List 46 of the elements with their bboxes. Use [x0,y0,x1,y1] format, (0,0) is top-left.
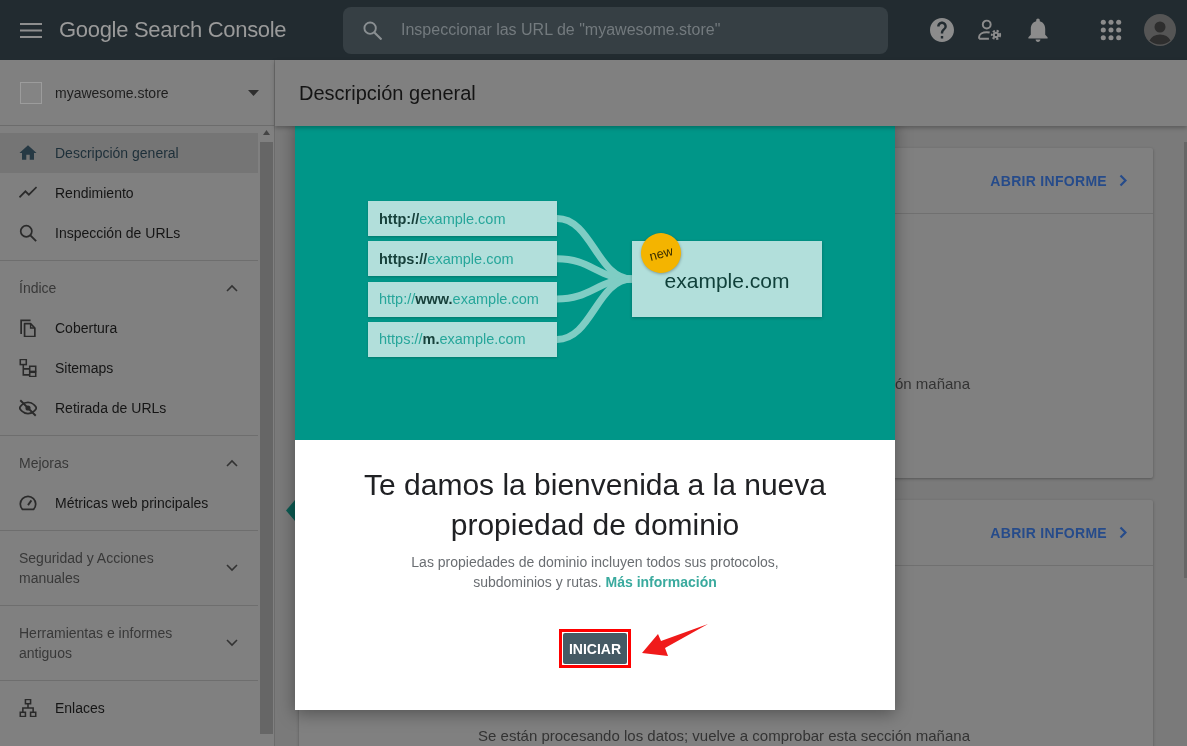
card-message: Se están procesando los datos; vuelve a comprobar esta sección mañana [478,726,970,746]
nav-item[interactable]: Rendimiento [0,173,258,213]
nav-section-header[interactable]: Seguridad y Acciones manuales [0,538,258,598]
eye-slash-icon [19,399,37,417]
gauge-icon [19,494,37,512]
url-node: http://www.example.com [368,281,557,317]
pointer-triangle-icon [286,500,295,521]
nav-item[interactable]: Sitemaps [0,348,258,388]
user-gear-icon[interactable] [978,18,1002,42]
menu-icon[interactable] [20,22,42,38]
dialog-description: Las propiedades de dominio incluyen todos sus protocolos, subdominios y rutas. Más información [410,553,780,592]
help-icon[interactable] [930,18,954,42]
scrollbar-thumb[interactable] [259,142,273,734]
nav-section-header[interactable]: Mejoras [0,443,258,483]
hierarchy-icon [19,699,37,717]
nav-section-header[interactable]: Herramientas e informes antiguos [0,613,258,673]
apps-grid-icon[interactable] [1100,19,1122,41]
nav-item[interactable]: Descripción general [0,133,258,173]
notifications-bell-icon[interactable] [1026,18,1050,42]
url-node: http://example.com [368,201,557,236]
url-node: https://example.com [368,241,557,277]
url-node: https://m.example.com [368,321,557,357]
start-button[interactable]: INICIAR [562,633,628,664]
home-icon [19,144,37,162]
search-icon [363,20,382,40]
tree-icon [19,359,37,377]
search-icon [19,224,37,242]
chevron-right-icon [1119,526,1127,539]
nav-item[interactable]: Enlaces [0,688,258,728]
property-name[interactable]: myawesome.store [55,84,169,101]
nav-item[interactable]: Inspección de URLs [0,213,258,253]
pages-icon [19,319,37,337]
app-logo[interactable]: Google Search Console [59,17,287,43]
dialog-title: Te damos la bienvenida a la nueva propiedad de dominio [363,467,827,543]
favicon-icon [20,81,42,104]
nav-item[interactable]: Cobertura [0,308,258,348]
chevron-right-icon [1119,174,1127,187]
search-field[interactable]: Inspeccionar las URL de "myawesome.store" [343,6,888,54]
nav-item[interactable]: Métricas web principales [0,483,258,523]
more-info-link[interactable]: Más información [605,574,717,590]
page-title: Descripción general [299,81,476,105]
dropdown-caret-icon[interactable] [248,89,259,96]
nav-section-header[interactable]: Índice [0,268,258,308]
card-message: ón mañana [894,374,970,394]
nav-item[interactable]: Retirada de URLs [0,388,258,428]
scroll-up-arrow-icon[interactable] [262,130,270,135]
